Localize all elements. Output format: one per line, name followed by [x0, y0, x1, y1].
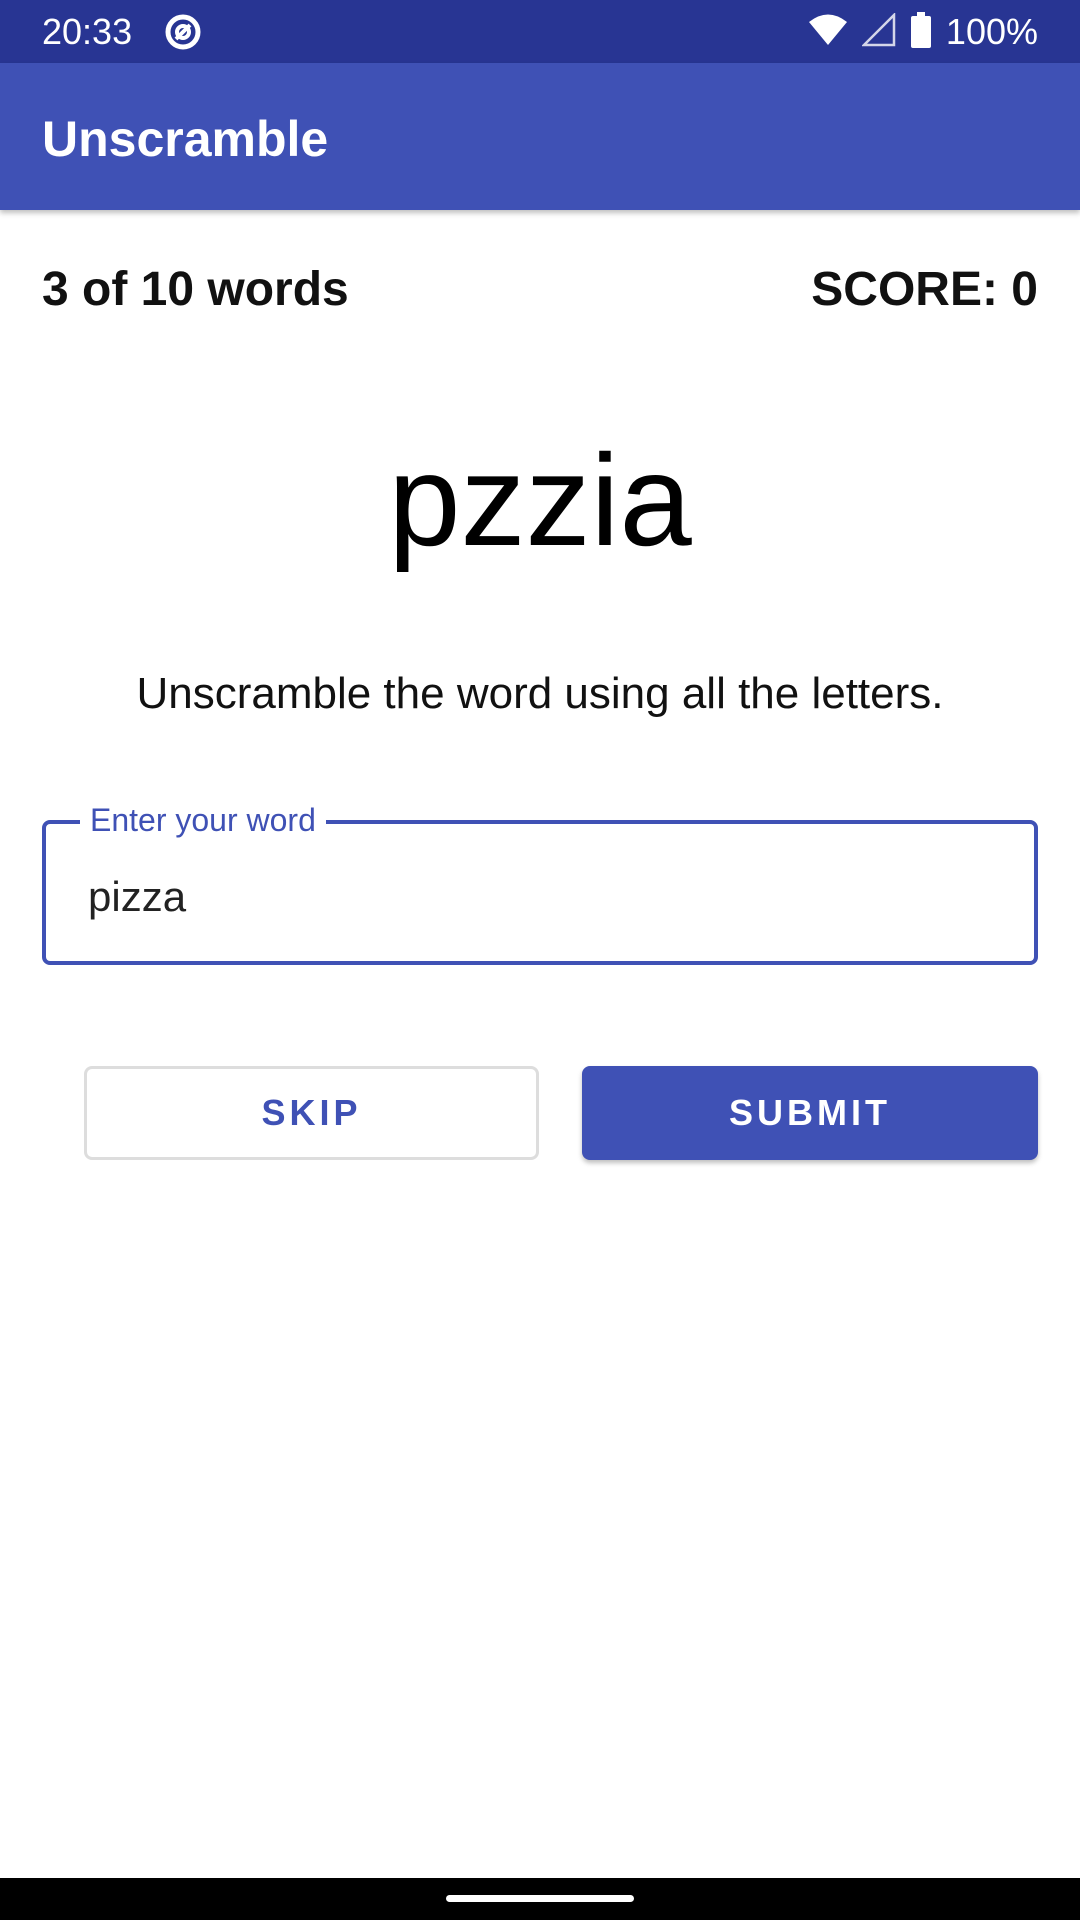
- status-time: 20:33: [42, 11, 133, 52]
- scrambled-word: pzzia: [388, 427, 692, 573]
- skip-button[interactable]: SKIP: [84, 1066, 539, 1160]
- word-count: 3 of 10 words: [42, 263, 349, 316]
- status-icons: 100%: [808, 10, 1038, 54]
- app-notification-icon: [164, 13, 202, 51]
- app-title: Unscramble: [42, 111, 329, 167]
- word-input[interactable]: [88, 872, 988, 922]
- navigation-bar: [0, 1878, 1080, 1920]
- home-indicator[interactable]: [446, 1895, 634, 1902]
- instructions-text: Unscramble the word using all the letter…: [136, 669, 944, 718]
- score: SCORE: 0: [811, 263, 1038, 316]
- cell-signal-icon: [860, 11, 896, 52]
- wifi-icon: [808, 13, 848, 52]
- battery-icon: [910, 11, 932, 53]
- word-input-label: Enter your word: [80, 800, 326, 840]
- app-bar: Unscramble: [0, 63, 1080, 210]
- word-input-field[interactable]: Enter your word: [42, 800, 1038, 965]
- status-bar: 20:33 100%: [0, 0, 1080, 63]
- battery-percentage: 100%: [945, 11, 1038, 52]
- submit-button[interactable]: SUBMIT: [582, 1066, 1038, 1160]
